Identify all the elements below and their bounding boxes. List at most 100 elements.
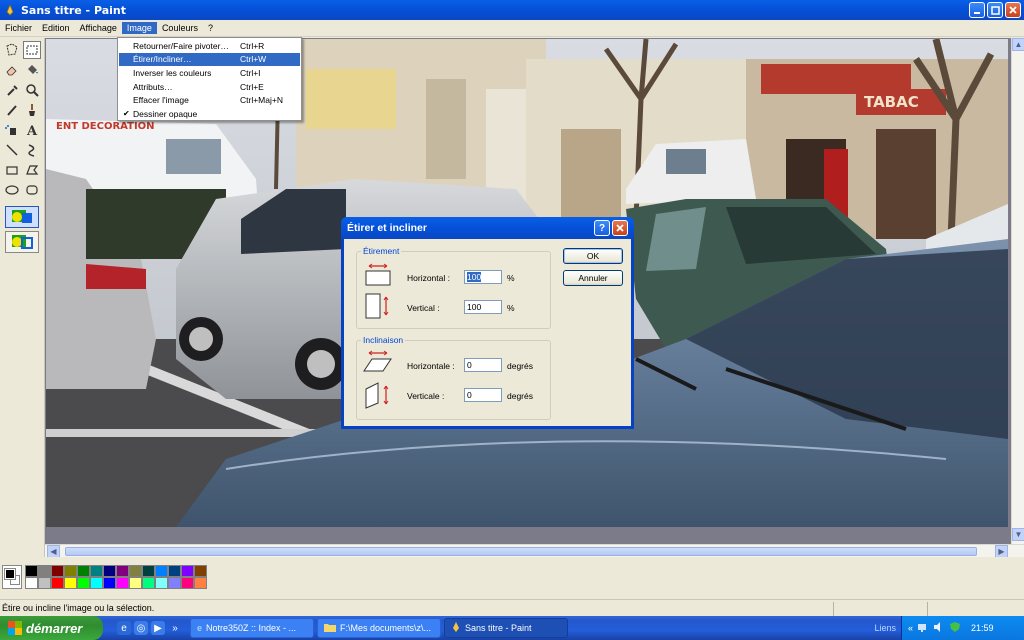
pencil-icon[interactable] (3, 101, 21, 119)
horizontal-scroll-thumb[interactable] (65, 547, 977, 556)
color-swatch[interactable] (25, 565, 38, 577)
color-swatch[interactable] (168, 577, 181, 589)
color-swatch[interactable] (168, 565, 181, 577)
security-icon[interactable] (949, 621, 961, 635)
magnifier-icon[interactable] (23, 81, 41, 99)
color-swatch[interactable] (64, 565, 77, 577)
horizontal-scrollbar[interactable]: ◀ ▶ (45, 544, 1024, 558)
minimize-button[interactable] (969, 2, 985, 18)
help-icon[interactable]: ? (594, 220, 610, 236)
color-swatch[interactable] (142, 577, 155, 589)
brush-icon[interactable] (23, 101, 41, 119)
image-menu-dropdown: Retourner/Faire pivoter… Ctrl+R Étirer/I… (117, 37, 302, 121)
menu-couleurs[interactable]: Couleurs (157, 22, 203, 34)
color-swatch[interactable] (103, 565, 116, 577)
tray-back-icon[interactable]: « (908, 623, 913, 633)
network-icon[interactable] (917, 621, 929, 635)
color-swatch[interactable] (103, 577, 116, 589)
line-icon[interactable] (3, 141, 21, 159)
current-colors[interactable] (2, 565, 22, 589)
color-swatch[interactable] (181, 565, 194, 577)
dialog-close-icon[interactable] (612, 220, 628, 236)
color-swatch[interactable] (38, 577, 51, 589)
menu-image[interactable]: Image (121, 22, 157, 34)
folder-icon (324, 622, 336, 634)
menu-item-rotate[interactable]: Retourner/Faire pivoter… Ctrl+R (119, 39, 300, 53)
fill-bucket-icon[interactable] (23, 61, 41, 79)
opaque-option-icon[interactable] (5, 206, 39, 228)
color-swatch[interactable] (51, 565, 64, 577)
vertical-stretch-input[interactable]: 100 (464, 300, 502, 314)
start-button[interactable]: démarrer (0, 616, 103, 640)
more-quick-launch-icon[interactable]: » (168, 621, 182, 635)
paint-app-icon (3, 3, 17, 17)
menu-item-opaque[interactable]: ✔ Dessiner opaque (119, 107, 300, 121)
skew-vertical-unit: degrés (507, 391, 533, 401)
skew-vertical-input[interactable]: 0 (464, 388, 502, 402)
start-label: démarrer (26, 620, 83, 636)
color-swatch[interactable] (155, 565, 168, 577)
close-button[interactable] (1005, 2, 1021, 18)
color-swatch[interactable] (38, 565, 51, 577)
menu-item-clear[interactable]: Effacer l'image Ctrl+Maj+N (119, 93, 300, 107)
eyedropper-icon[interactable] (3, 81, 21, 99)
vertical-scrollbar[interactable]: ▲ ▼ (1011, 38, 1024, 544)
color-swatch[interactable] (51, 577, 64, 589)
rectangle-icon[interactable] (3, 161, 21, 179)
color-swatch[interactable] (25, 577, 38, 589)
transparent-option-icon[interactable] (5, 231, 39, 253)
skew-horizontal-input[interactable]: 0 (464, 358, 502, 372)
color-swatch[interactable] (64, 577, 77, 589)
ellipse-icon[interactable] (3, 181, 21, 199)
color-swatch[interactable] (116, 577, 129, 589)
task-mes-documents[interactable]: F:\Mes documents\z\... (317, 618, 441, 638)
task-notre350z[interactable]: e Notre350Z :: Index - ... (190, 618, 314, 638)
cancel-button[interactable]: Annuler (563, 270, 623, 286)
color-swatch[interactable] (129, 577, 142, 589)
browser-icon[interactable]: ◎ (134, 621, 148, 635)
color-swatch[interactable] (90, 577, 103, 589)
svg-text:A: A (26, 124, 38, 137)
clock[interactable]: 21:59 (971, 623, 994, 633)
text-icon[interactable]: A (23, 121, 41, 139)
color-swatch[interactable] (194, 577, 207, 589)
menu-item-invert[interactable]: Inverser les couleurs Ctrl+I (119, 66, 300, 80)
color-swatch[interactable] (77, 565, 90, 577)
menu-affichage[interactable]: Affichage (75, 22, 122, 34)
menu-fichier[interactable]: Fichier (0, 22, 37, 34)
foreground-color[interactable] (4, 568, 16, 580)
scroll-up-icon[interactable]: ▲ (1012, 38, 1024, 51)
color-swatch[interactable] (142, 565, 155, 577)
color-swatch[interactable] (77, 577, 90, 589)
scroll-down-icon[interactable]: ▼ (1012, 528, 1024, 541)
ok-button[interactable]: OK (563, 248, 623, 264)
volume-icon[interactable] (933, 621, 945, 635)
links-toolbar[interactable]: Liens (874, 623, 896, 633)
rounded-rect-icon[interactable] (23, 181, 41, 199)
task-paint[interactable]: Sans titre - Paint (444, 618, 568, 638)
eraser-icon[interactable] (3, 61, 21, 79)
color-swatch[interactable] (181, 577, 194, 589)
maximize-button[interactable] (987, 2, 1003, 18)
color-swatch[interactable] (129, 565, 142, 577)
menu-item-attributes[interactable]: Attributs… Ctrl+E (119, 80, 300, 94)
swatch-grid (25, 565, 207, 589)
menu-edition[interactable]: Edition (37, 22, 75, 34)
menu-help[interactable]: ? (203, 22, 218, 34)
horizontal-stretch-input[interactable]: 100 (464, 270, 502, 284)
dialog-title: Étirer et incliner (347, 222, 427, 234)
rect-select-icon[interactable] (23, 41, 41, 59)
horizontal-percent-unit: % (507, 273, 515, 283)
color-swatch[interactable] (90, 565, 103, 577)
polygon-icon[interactable] (23, 161, 41, 179)
free-select-icon[interactable] (3, 41, 21, 59)
airbrush-icon[interactable] (3, 121, 21, 139)
color-swatch[interactable] (116, 565, 129, 577)
color-swatch[interactable] (194, 565, 207, 577)
menu-item-stretch[interactable]: Étirer/Incliner… Ctrl+W (119, 52, 300, 67)
media-icon[interactable]: ▶ (151, 621, 165, 635)
ie-icon[interactable]: e (117, 621, 131, 635)
curve-icon[interactable] (23, 141, 41, 159)
color-swatch[interactable] (155, 577, 168, 589)
menu-bar: Fichier Edition Affichage Image Couleurs… (0, 20, 1024, 37)
